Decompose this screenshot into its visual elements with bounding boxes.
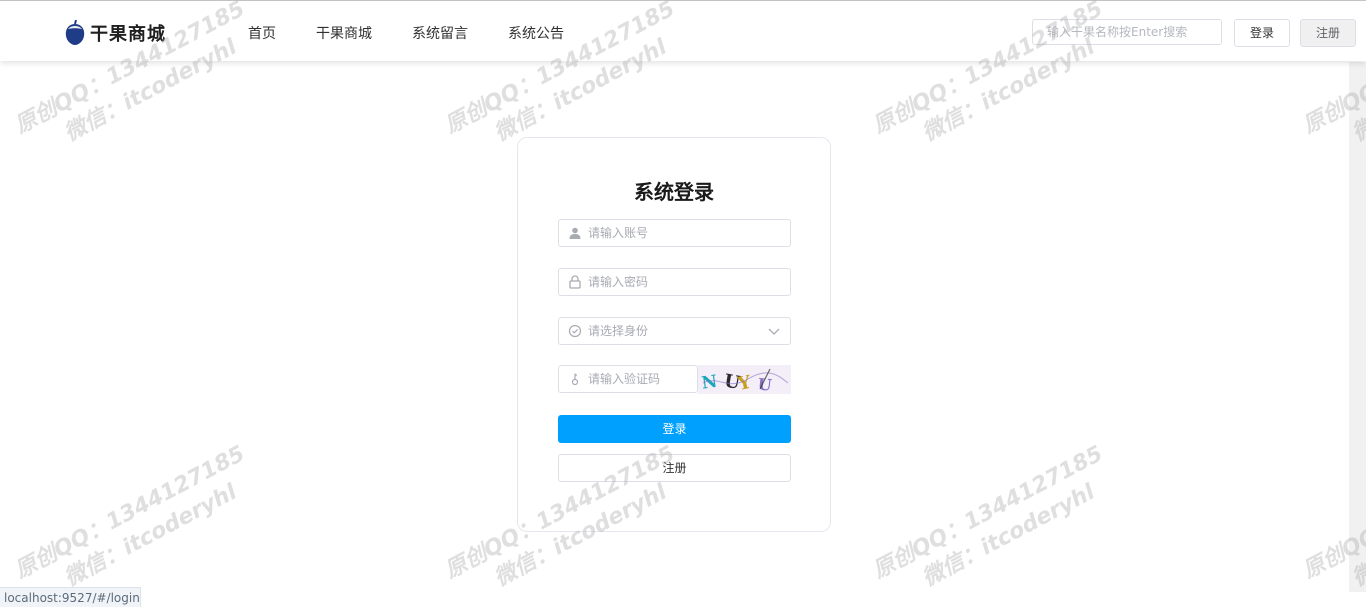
captcha-input[interactable]	[588, 366, 693, 392]
nav-messages[interactable]: 系统留言	[412, 23, 468, 43]
captcha-field[interactable]	[558, 365, 698, 393]
login-card: 系统登录 N U Y U	[517, 137, 831, 532]
site-logo[interactable]: 干果商城	[64, 19, 166, 47]
captcha-char-4: U	[757, 374, 773, 394]
captcha-image[interactable]: N U Y U	[698, 365, 791, 394]
nav-shop[interactable]: 干果商城	[316, 23, 372, 43]
account-field[interactable]	[558, 219, 791, 247]
nut-logo-icon	[65, 20, 85, 45]
status-url: localhost:9527/#/login	[0, 587, 141, 607]
login-button[interactable]: 登录	[558, 415, 791, 443]
role-input[interactable]	[588, 318, 748, 344]
role-select[interactable]	[558, 317, 791, 345]
register-button[interactable]: 注册	[558, 454, 791, 482]
login-title: 系统登录	[634, 180, 714, 204]
watermark: 原创QQ：1344127185微信：itcoderyhl	[868, 441, 1108, 592]
top-header: 干果商城 首页 干果商城 系统留言 系统公告 登录 注册	[0, 1, 1366, 61]
nav-announcements[interactable]: 系统公告	[508, 23, 564, 43]
search-input[interactable]	[1032, 19, 1222, 45]
lock-icon	[569, 275, 581, 289]
key-icon	[571, 373, 579, 386]
header-register-button[interactable]: 注册	[1300, 19, 1356, 47]
chevron-down-icon[interactable]	[768, 326, 780, 336]
user-icon	[569, 227, 581, 239]
vertical-scrollbar[interactable]	[1349, 62, 1366, 592]
password-field[interactable]	[558, 268, 791, 296]
nav-home[interactable]: 首页	[248, 23, 276, 43]
password-input[interactable]	[588, 269, 783, 295]
check-circle-icon	[568, 324, 582, 338]
logo-text: 干果商城	[90, 24, 166, 45]
header-login-button[interactable]: 登录	[1234, 19, 1290, 47]
account-input[interactable]	[588, 220, 783, 246]
